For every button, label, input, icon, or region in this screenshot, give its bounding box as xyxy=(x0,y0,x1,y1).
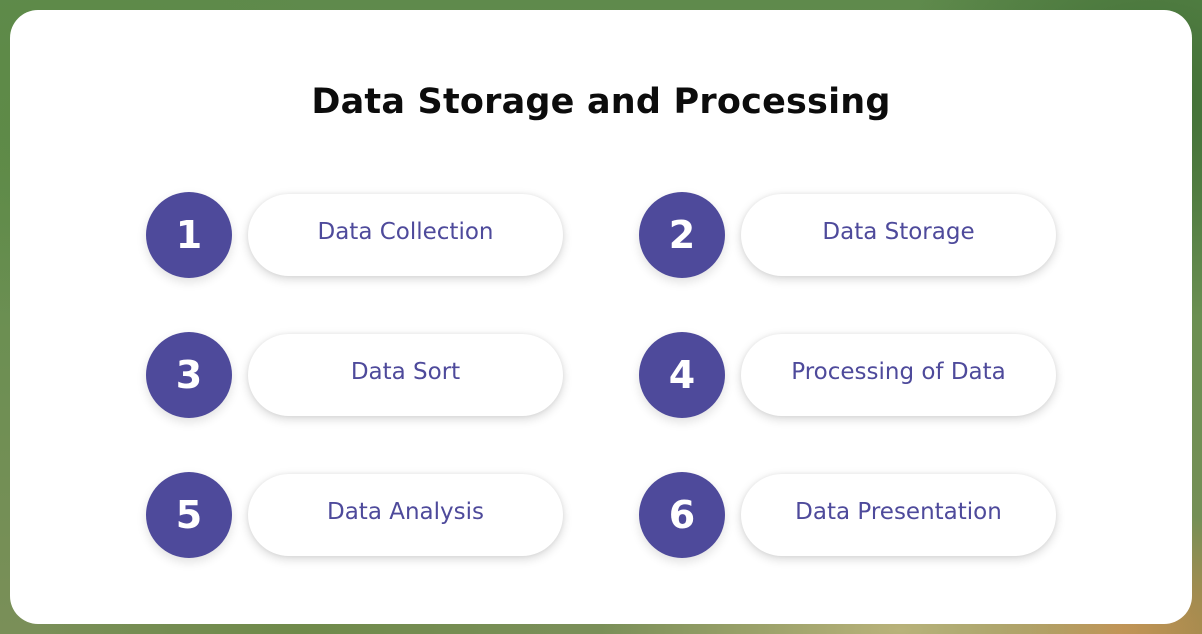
step-number-badge: 4 xyxy=(639,332,725,418)
step-item-2: 2 Data Storage xyxy=(639,190,1059,280)
step-item-4: 4 Processing of Data xyxy=(639,330,1059,420)
step-label-pill: Data Sort xyxy=(248,334,563,416)
step-item-6: 6 Data Presentation xyxy=(639,470,1059,560)
step-label: Processing of Data xyxy=(791,359,1006,385)
step-label: Data Collection xyxy=(317,219,494,245)
page-title: Data Storage and Processing xyxy=(311,82,891,122)
infographic-card: Data Storage and Processing 1 Data Colle… xyxy=(10,10,1192,624)
step-number-badge: 5 xyxy=(146,472,232,558)
step-number-badge: 1 xyxy=(146,192,232,278)
step-label-pill: Processing of Data xyxy=(741,334,1056,416)
step-label-pill: Data Storage xyxy=(741,194,1056,276)
step-label: Data Analysis xyxy=(327,499,484,525)
step-label-pill: Data Analysis xyxy=(248,474,563,556)
step-label: Data Sort xyxy=(350,359,461,385)
step-item-5: 5 Data Analysis xyxy=(146,470,566,560)
step-item-1: 1 Data Collection xyxy=(146,190,566,280)
step-number-badge: 6 xyxy=(639,472,725,558)
step-label-pill: Data Collection xyxy=(248,194,563,276)
step-label: Data Presentation xyxy=(795,499,1002,525)
step-number-badge: 2 xyxy=(639,192,725,278)
step-label: Data Storage xyxy=(822,219,975,245)
step-item-3: 3 Data Sort xyxy=(146,330,566,420)
step-number-badge: 3 xyxy=(146,332,232,418)
step-label-pill: Data Presentation xyxy=(741,474,1056,556)
